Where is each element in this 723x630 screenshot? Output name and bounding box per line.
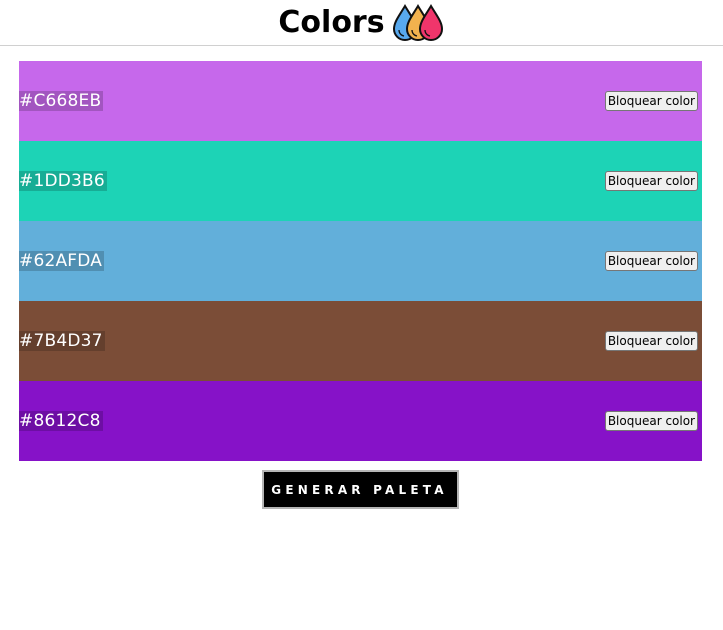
color-swatch: #8612C8 Bloquear color — [19, 381, 702, 461]
color-drops-icon — [391, 3, 445, 43]
lock-color-button[interactable]: Bloquear color — [604, 411, 698, 431]
color-hex-label: #8612C8 — [19, 411, 103, 431]
color-swatch: #1DD3B6 Bloquear color — [19, 141, 702, 221]
page-header: Colors — [0, 0, 723, 46]
color-hex-label: #62AFDA — [19, 251, 105, 271]
page-title: Colors — [278, 4, 385, 40]
color-swatch: #62AFDA Bloquear color — [19, 221, 702, 301]
color-hex-label: #1DD3B6 — [19, 171, 107, 191]
lock-color-button[interactable]: Bloquear color — [604, 331, 698, 351]
generate-palette-button[interactable]: GENERAR PALETA — [262, 470, 459, 509]
color-swatch: #7B4D37 Bloquear color — [19, 301, 702, 381]
lock-color-button[interactable]: Bloquear color — [604, 251, 698, 271]
color-hex-label: #7B4D37 — [19, 331, 105, 351]
color-swatch: #C668EB Bloquear color — [19, 61, 702, 141]
color-palette: #C668EB Bloquear color #1DD3B6 Bloquear … — [19, 61, 702, 461]
color-hex-label: #C668EB — [19, 91, 104, 111]
lock-color-button[interactable]: Bloquear color — [604, 91, 698, 111]
lock-color-button[interactable]: Bloquear color — [604, 171, 698, 191]
